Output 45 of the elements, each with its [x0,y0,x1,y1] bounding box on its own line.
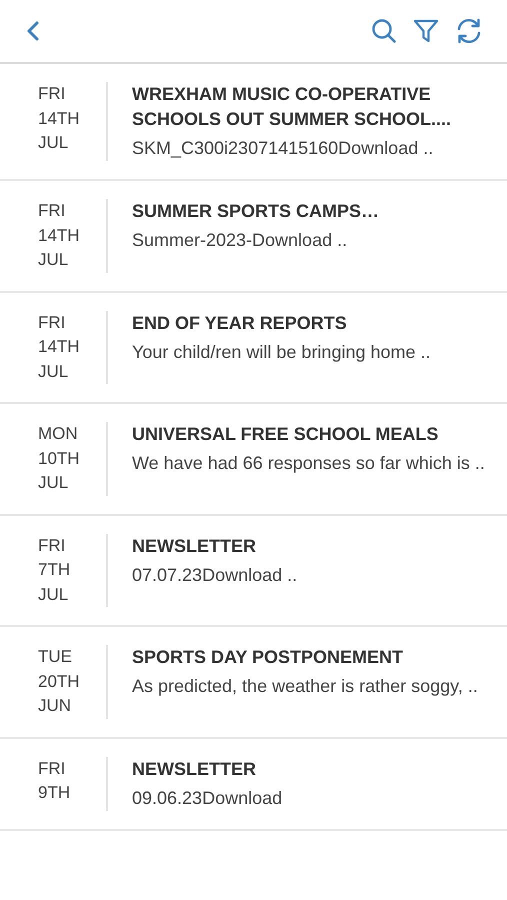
item-title: END OF YEAR REPORTS [132,312,348,334]
weekday-label: MON [38,423,79,445]
item-title: NEWSLETTER [132,534,257,558]
weekday-label: TUE [38,646,73,668]
month-label: JUL [38,132,70,154]
item-summary: SKM_C300i23071415160Download .. [132,137,434,160]
news-item[interactable]: FRI 14TH JUL SUMMER SPORTS CAMPS… Summer-2023-Download .. [0,181,507,292]
news-item[interactable]: FRI 14TH JUL END OF YEAR REPORTS Your child/ren will be bringing home .. [0,292,507,404]
item-title: SUMMER SPORTS CAMPS… [132,200,380,223]
search-icon [371,18,397,44]
day-label: 14TH [38,108,81,130]
day-label: 7TH [38,559,72,581]
news-item[interactable]: FRI 9TH NEWSLETTER 09.06.23Download [0,738,507,830]
item-summary: 09.06.23Download [132,786,284,810]
weekday-label: FRI [38,83,66,105]
month-label: JUL [38,584,70,606]
day-label: 14TH [38,224,81,246]
weekday-label: FRI [38,758,66,780]
news-item[interactable]: FRI 14TH JUL WREXHAM MUSIC CO-OPERATIVE SCHOOLS OUT SUMMER SCHOOL.... SKM_C300i23071415160Download .. [0,64,507,181]
day-label: 20TH [38,670,81,692]
news-item[interactable]: MON 10TH JUL UNIVERSAL FREE SCHOOL MEALS We have had 66 responses so far which is .. [0,404,507,516]
item-summary: As predicted, the weather is rather soggy, .. [132,675,479,698]
news-item[interactable]: TUE 20TH JUN SPORTS DAY POSTPONEMENT As predicted, the weather is rather soggy, .. [0,627,507,738]
weekday-label: FRI [38,200,66,222]
news-item[interactable]: FRI 7TH JUL NEWSLETTER 07.07.23Download .. [0,516,507,627]
item-summary: 07.07.23Download .. [132,564,298,586]
day-label: 14TH [38,336,81,358]
item-title: WREXHAM MUSIC CO-OPERATIVE SCHOOLS OUT SUMMER SCHOOL.... [132,83,452,131]
month-label: JUL [38,472,70,494]
item-summary: Summer-2023-Download .. [132,229,348,252]
day-label: 10TH [38,448,81,470]
item-title: UNIVERSAL FREE SCHOOL MEALS [132,423,440,446]
weekday-label: FRI [38,534,66,556]
back-icon [26,21,40,41]
item-summary: Your child/ren will be bringing home .. [132,340,432,364]
month-label: JUN [38,695,72,717]
weekday-label: FRI [38,312,66,334]
refresh-icon [455,18,483,44]
item-title: SPORTS DAY POSTPONEMENT [132,646,404,669]
month-label: JUL [38,360,70,382]
day-label: 9TH [38,782,72,804]
filter-icon [413,18,439,44]
item-summary: We have had 66 responses so far which is .. [132,452,486,475]
item-title: NEWSLETTER [132,758,257,780]
month-label: JUL [38,249,70,271]
